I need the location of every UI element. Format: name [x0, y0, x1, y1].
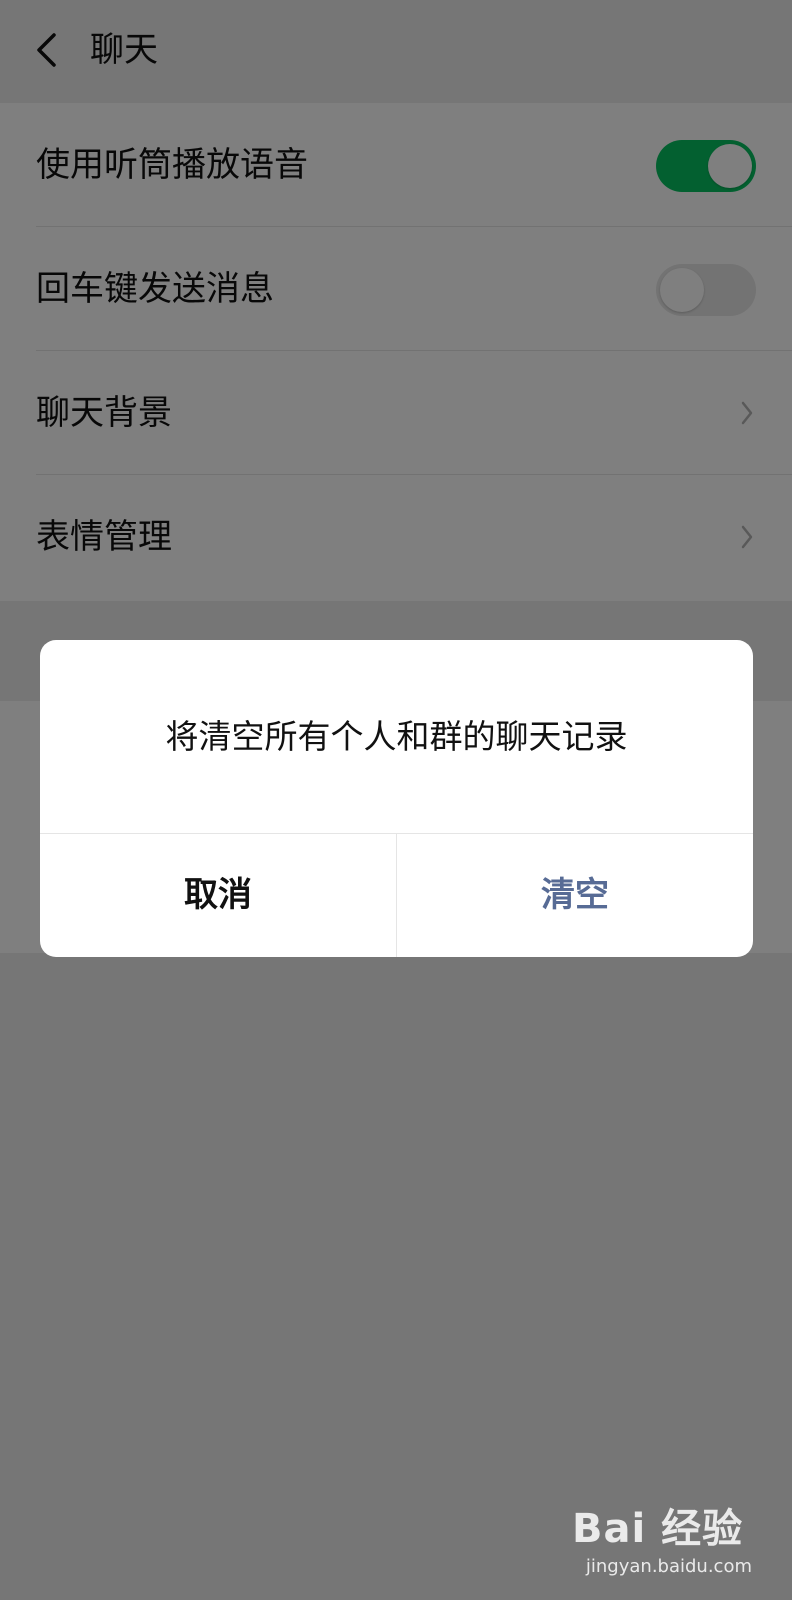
clear-history-dialog: 将清空所有个人和群的聊天记录 取消 清空	[40, 640, 753, 957]
dialog-message: 将清空所有个人和群的聊天记录	[165, 717, 628, 756]
watermark-brand: Bai 经验	[572, 1506, 744, 1552]
baidu-jingyan-watermark: Bai 经验 jingyan.baidu.com	[572, 1496, 752, 1588]
clear-button[interactable]: 清空	[397, 834, 753, 957]
cancel-button[interactable]: 取消	[40, 834, 396, 957]
chat-settings-page: 聊天 使用听筒播放语音 回车键发送消息 聊天背景 表情管理	[0, 0, 792, 1600]
watermark-url: jingyan.baidu.com	[585, 1556, 752, 1577]
